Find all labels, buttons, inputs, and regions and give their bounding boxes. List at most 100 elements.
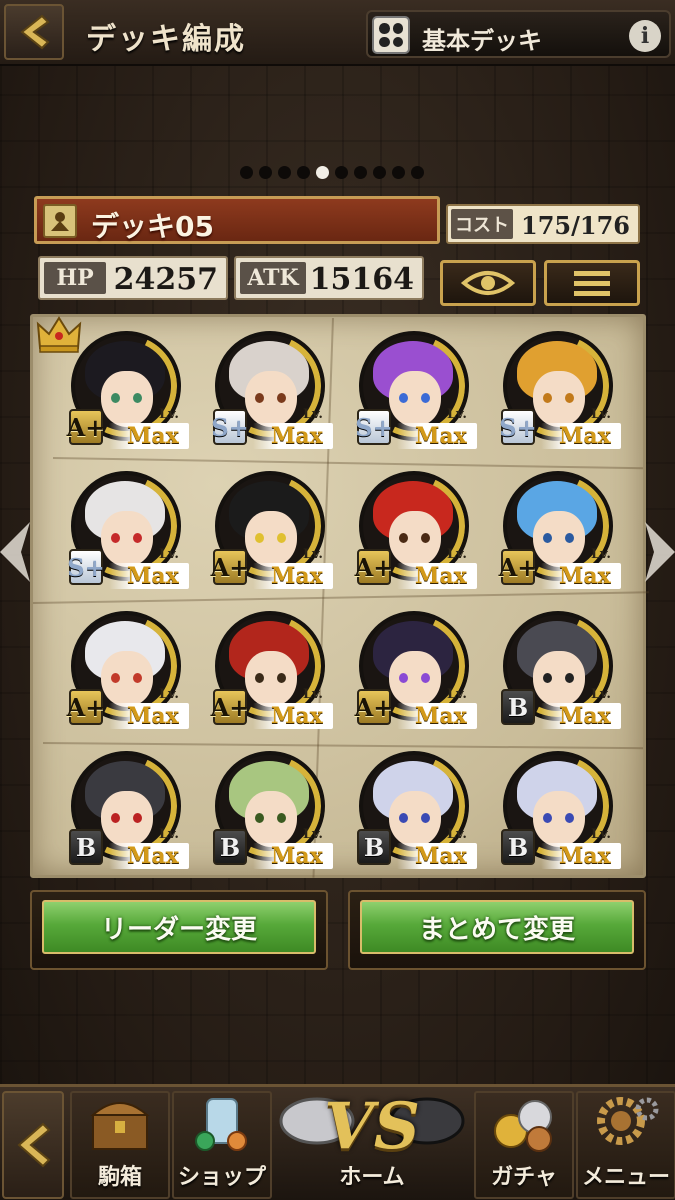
level-value: Max <box>415 703 467 729</box>
chevron-left-icon <box>20 14 50 50</box>
leader-crown-icon <box>36 316 82 353</box>
deck-type-label: 基本デッキ <box>422 27 542 55</box>
jar-coins-icon <box>187 1091 257 1153</box>
coins-icon <box>489 1091 559 1153</box>
atk-value: 15164 <box>309 262 414 297</box>
rank-badge: A+ <box>211 549 249 585</box>
level-value: Max <box>559 423 611 449</box>
gear-icon <box>591 1091 661 1153</box>
unit-slot[interactable]: S+ Lv. Max <box>43 463 193 601</box>
unit-slot[interactable]: A+ Lv. Max <box>43 603 193 741</box>
preview-button[interactable] <box>440 260 536 306</box>
unit-slot[interactable]: A+ Lv. Max <box>187 603 337 741</box>
page-dot[interactable] <box>335 166 348 179</box>
menu-list-button[interactable] <box>544 260 640 306</box>
info-icon[interactable]: i <box>629 20 661 52</box>
unit-slot[interactable]: B Lv. Max <box>475 743 625 881</box>
level-prefix: Lv. <box>591 687 611 702</box>
chevron-left-icon <box>17 1122 51 1168</box>
level-prefix: Lv. <box>159 407 179 422</box>
rank-badge: A+ <box>355 549 393 585</box>
header-bar: デッキ編成 基本デッキ i <box>0 0 675 66</box>
nav-back-button[interactable] <box>2 1091 64 1199</box>
page-dot[interactable] <box>240 166 253 179</box>
hp-label: HP <box>44 262 106 294</box>
unit-slot[interactable]: B Lv. Max <box>187 743 337 881</box>
level-prefix: Lv. <box>303 687 323 702</box>
level-value: Max <box>415 563 467 589</box>
unit-slot[interactable]: B Lv. Max <box>475 603 625 741</box>
page-dot[interactable] <box>259 166 272 179</box>
rank-badge: S+ <box>67 549 105 585</box>
deck-name-banner[interactable]: デッキ05 <box>34 196 440 244</box>
unit-slot[interactable]: A+ Lv. Max <box>331 603 481 741</box>
page-dot[interactable] <box>373 166 386 179</box>
leader-change-button[interactable]: リーダー変更 <box>30 890 328 970</box>
level-prefix: Lv. <box>591 407 611 422</box>
level-value: Max <box>127 703 179 729</box>
level-value: Max <box>127 843 179 869</box>
vs-badge: VS <box>324 1089 420 1164</box>
rank-badge: A+ <box>355 689 393 725</box>
level-value: Max <box>127 423 179 449</box>
rank-badge: A+ <box>67 689 105 725</box>
bulk-change-label: まとめて変更 <box>360 900 634 954</box>
unit-slot[interactable]: B Lv. Max <box>331 743 481 881</box>
nav-box[interactable]: 駒箱 <box>70 1091 170 1199</box>
page-dot[interactable] <box>354 166 367 179</box>
level-prefix: Lv. <box>303 407 323 422</box>
page-dot[interactable] <box>297 166 310 179</box>
level-value: Max <box>271 563 323 589</box>
unit-slot[interactable]: S+ Lv. Max <box>187 323 337 461</box>
unit-slot[interactable]: S+ Lv. Max <box>331 323 481 461</box>
page-indicator <box>240 166 424 180</box>
unit-grid: A+ Lv. Max S+ Lv. Max S+ Lv. Max S+ Lv. Max S+ Lv. Max… <box>30 314 649 881</box>
rank-badge: B <box>357 829 391 865</box>
leader-crest-icon <box>43 204 77 238</box>
bulk-change-button[interactable]: まとめて変更 <box>348 890 646 970</box>
nav-menu[interactable]: メニュー <box>576 1091 675 1199</box>
level-prefix: Lv. <box>159 827 179 842</box>
bottom-navigation: 駒箱 ショップ VS ホーム ガチャ メニュー <box>0 1084 675 1200</box>
level-value: Max <box>271 703 323 729</box>
level-prefix: Lv. <box>159 547 179 562</box>
level-value: Max <box>415 843 467 869</box>
page-dot[interactable] <box>316 166 329 179</box>
level-prefix: Lv. <box>159 687 179 702</box>
level-prefix: Lv. <box>591 547 611 562</box>
nav-gacha-label: ガチャ <box>491 1165 557 1190</box>
cost-value: 175/176 <box>521 211 630 240</box>
level-prefix: Lv. <box>447 407 467 422</box>
level-prefix: Lv. <box>303 547 323 562</box>
nav-home[interactable]: VS ホーム <box>274 1083 470 1199</box>
rank-badge: A+ <box>499 549 537 585</box>
level-prefix: Lv. <box>591 827 611 842</box>
unit-slot[interactable]: B Lv. Max <box>43 743 193 881</box>
back-button[interactable] <box>4 4 64 60</box>
nav-box-label: 駒箱 <box>97 1165 142 1190</box>
unit-slot[interactable]: S+ Lv. Max <box>475 323 625 461</box>
level-value: Max <box>559 843 611 869</box>
page-dot[interactable] <box>411 166 424 179</box>
unit-slot[interactable]: A+ Lv. Max <box>475 463 625 601</box>
rank-badge: B <box>69 829 103 865</box>
rank-badge: A+ <box>211 689 249 725</box>
page-dot[interactable] <box>392 166 405 179</box>
nav-shop[interactable]: ショップ <box>172 1091 272 1199</box>
level-prefix: Lv. <box>447 547 467 562</box>
level-value: Max <box>271 843 323 869</box>
cost-label: コスト <box>451 209 513 239</box>
unit-slot[interactable]: A+ Lv. Max <box>331 463 481 601</box>
unit-slot[interactable]: A+ Lv. Max <box>187 463 337 601</box>
cost-display: コスト 175/176 <box>446 204 640 244</box>
nav-gacha[interactable]: ガチャ <box>474 1091 574 1199</box>
deck-grid-icon <box>372 16 410 54</box>
page-dot[interactable] <box>278 166 291 179</box>
nav-home-label: ホーム <box>339 1165 405 1190</box>
level-value: Max <box>559 563 611 589</box>
deck-type-selector[interactable]: 基本デッキ i <box>366 10 671 58</box>
page-title: デッキ編成 <box>86 22 246 57</box>
deck-name: デッキ05 <box>91 210 214 243</box>
level-prefix: Lv. <box>447 687 467 702</box>
rank-badge: B <box>501 829 535 865</box>
